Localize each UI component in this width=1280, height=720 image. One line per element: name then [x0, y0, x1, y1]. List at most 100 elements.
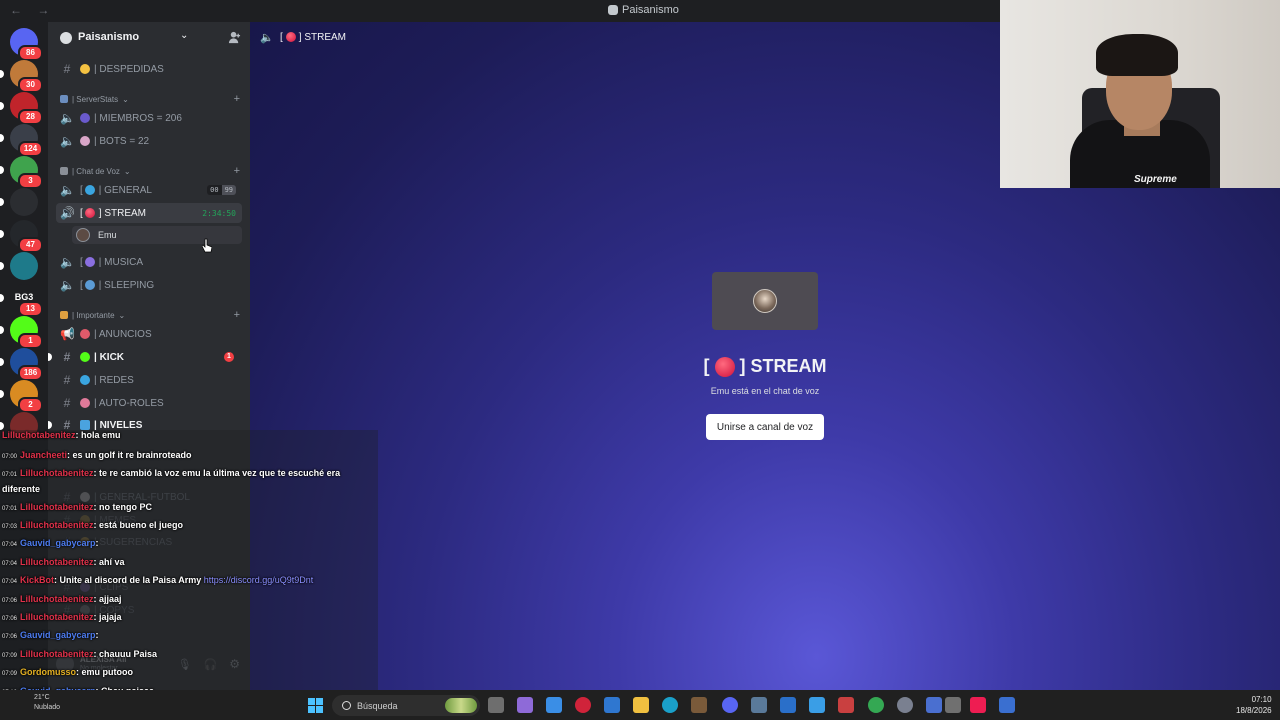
chat-username: Gauvid_gabycarp	[20, 630, 96, 640]
calculator-icon[interactable]	[999, 697, 1015, 713]
copilot-icon[interactable]	[546, 697, 562, 713]
server-unread-pip	[0, 134, 4, 142]
weather-desc: Nublado	[34, 704, 61, 711]
palette-icon	[80, 398, 90, 408]
channel-despedidas[interactable]: # | DESPEDIDAS	[56, 59, 242, 79]
server-icon[interactable]: 3	[0, 156, 43, 189]
channel-anuncios[interactable]: 📢 | ANUNCIOS	[56, 324, 242, 344]
category-label: | Importante	[72, 310, 115, 320]
server-icon[interactable]	[0, 252, 38, 280]
chat-timestamp: 07:06	[2, 598, 18, 604]
file-explorer-icon[interactable]	[633, 697, 649, 713]
paint-icon[interactable]	[780, 697, 796, 713]
windows-start-icon[interactable]	[308, 698, 323, 713]
channel-musica[interactable]: 🔈 [ | MUSICA	[56, 252, 242, 272]
search-icon	[342, 701, 351, 710]
tiktok-icon[interactable]	[970, 697, 986, 713]
server-icon[interactable]: 1	[0, 316, 43, 349]
participant-tile[interactable]	[712, 272, 818, 330]
channel-auto-roles[interactable]: # | AUTO-ROLES	[56, 393, 242, 413]
channel-label: | AUTO-ROLES	[94, 397, 164, 409]
hashtag-icon: #	[63, 350, 71, 364]
store-icon[interactable]	[604, 697, 620, 713]
chevron-down-icon: ⌄	[180, 30, 189, 41]
voice-channel-title-text: ] STREAM	[739, 356, 827, 376]
channel-stream-voice[interactable]: 🔊 [ ] STREAM 2:34:50	[56, 203, 242, 223]
add-channel-icon[interactable]: +	[234, 309, 240, 321]
chat-text: diferente	[2, 484, 41, 494]
edge-icon[interactable]	[662, 697, 678, 713]
notepad-icon[interactable]	[809, 697, 825, 713]
server-icon[interactable]: 47	[0, 220, 43, 253]
channel-header-name: ] STREAM	[298, 31, 347, 43]
server-icon[interactable]: 28	[0, 92, 43, 125]
user-count: 00	[207, 185, 222, 195]
server-icon[interactable]: 86	[10, 28, 43, 61]
category-chat-de-voz[interactable]: | Chat de Voz ⌄ +	[60, 164, 240, 178]
app-icon[interactable]	[945, 697, 961, 713]
category-importante[interactable]: | Importante ⌄ +	[60, 308, 240, 322]
chat-link[interactable]: https://discord.gg/uQ9t9Dnt	[204, 575, 314, 585]
speaker-icon: 🔈	[60, 278, 75, 292]
chat-message: 07:00 Juancheeti: es un golf it re brainr…	[2, 450, 192, 463]
mention-badge: 47	[18, 237, 43, 253]
server-icon[interactable]	[0, 188, 38, 216]
clock[interactable]: 07:10 18/8/2026	[1236, 694, 1272, 716]
microphone-icon	[60, 167, 68, 175]
add-channel-icon[interactable]: +	[234, 165, 240, 177]
chat-username: Lilluchotabenitez	[20, 557, 94, 567]
chat-message: 07:06 Gauvid_gabycarp:	[2, 630, 99, 643]
chat-message: 07:09 Lilluchotabenitez: chauuu Paisa	[2, 649, 157, 662]
chrome-icon[interactable]	[868, 697, 884, 713]
chat-username: Lilluchotabenitez	[20, 468, 94, 478]
server-icon[interactable]: 124	[0, 124, 43, 157]
pen-app-icon[interactable]	[517, 697, 533, 713]
weather-widget[interactable]: 21°C Nublado	[34, 693, 60, 713]
channel-kick[interactable]: # | KICK 1	[48, 347, 242, 367]
server-unread-pip	[0, 166, 4, 174]
chat-message: 07:04 KickBot: Unite al discord de la Pai…	[2, 575, 313, 588]
webcam-overlay: Supreme	[1000, 0, 1280, 188]
add-channel-icon[interactable]: +	[234, 93, 240, 105]
chat-timestamp: 07:01	[2, 506, 18, 512]
channel-sleeping[interactable]: 🔈 [ | SLEEPING	[56, 275, 242, 295]
speaker-icon: 🔈	[260, 31, 274, 44]
server-icon[interactable]: 2	[0, 380, 43, 413]
chat-username: Lilluchotabenitez	[2, 430, 76, 440]
server-icon[interactable]: 30	[0, 60, 43, 93]
speaker-icon: 🔈	[60, 255, 75, 269]
speaker-icon: 🔈	[60, 111, 75, 125]
category-serverstats[interactable]: | ServerStats ⌄ +	[60, 92, 240, 106]
photos-icon[interactable]	[691, 697, 707, 713]
hashtag-icon: #	[63, 396, 71, 410]
channel-redes[interactable]: # | REDES	[56, 370, 242, 390]
app-icon[interactable]	[926, 697, 942, 713]
chevron-down-icon: ⌄	[118, 310, 126, 320]
music-note-icon	[84, 257, 95, 267]
chat-timestamp: 07:06	[2, 634, 18, 640]
user-limit: 00 99	[207, 185, 236, 195]
mention-badge: 1	[18, 333, 43, 349]
join-voice-button[interactable]: Unirse a canal de voz	[706, 414, 824, 440]
server-unread-pip	[0, 358, 4, 366]
server-icon[interactable]: BG3 13	[0, 284, 43, 317]
channel-general-voice[interactable]: 🔈 [ | GENERAL 00 99	[56, 180, 242, 200]
task-view-icon[interactable]	[488, 697, 504, 713]
server-icon[interactable]: 186	[0, 348, 43, 381]
guild-header[interactable]: Paisanismo ⌄	[48, 22, 250, 54]
taskbar-search[interactable]: Búsqueda	[332, 695, 480, 716]
channel-bots[interactable]: 🔈 | BOTS = 22	[56, 131, 242, 151]
opera-icon[interactable]	[575, 697, 591, 713]
media-app-icon[interactable]	[838, 697, 854, 713]
up-arrow-icon	[80, 420, 90, 430]
discord-icon[interactable]	[722, 697, 738, 713]
channel-miembros[interactable]: 🔈 | MIEMBROS = 206	[56, 108, 242, 128]
chat-timestamp: 07:09	[2, 653, 18, 659]
add-friend-icon[interactable]	[228, 31, 241, 44]
back-forward-arrows-icon[interactable]: ← →	[10, 3, 55, 17]
voice-user-emu[interactable]: Emu	[72, 226, 242, 244]
chat-username: Lilluchotabenitez	[20, 594, 94, 604]
server-unread-pip	[0, 70, 4, 78]
image-viewer-icon[interactable]	[751, 697, 767, 713]
settings-icon[interactable]	[897, 697, 913, 713]
